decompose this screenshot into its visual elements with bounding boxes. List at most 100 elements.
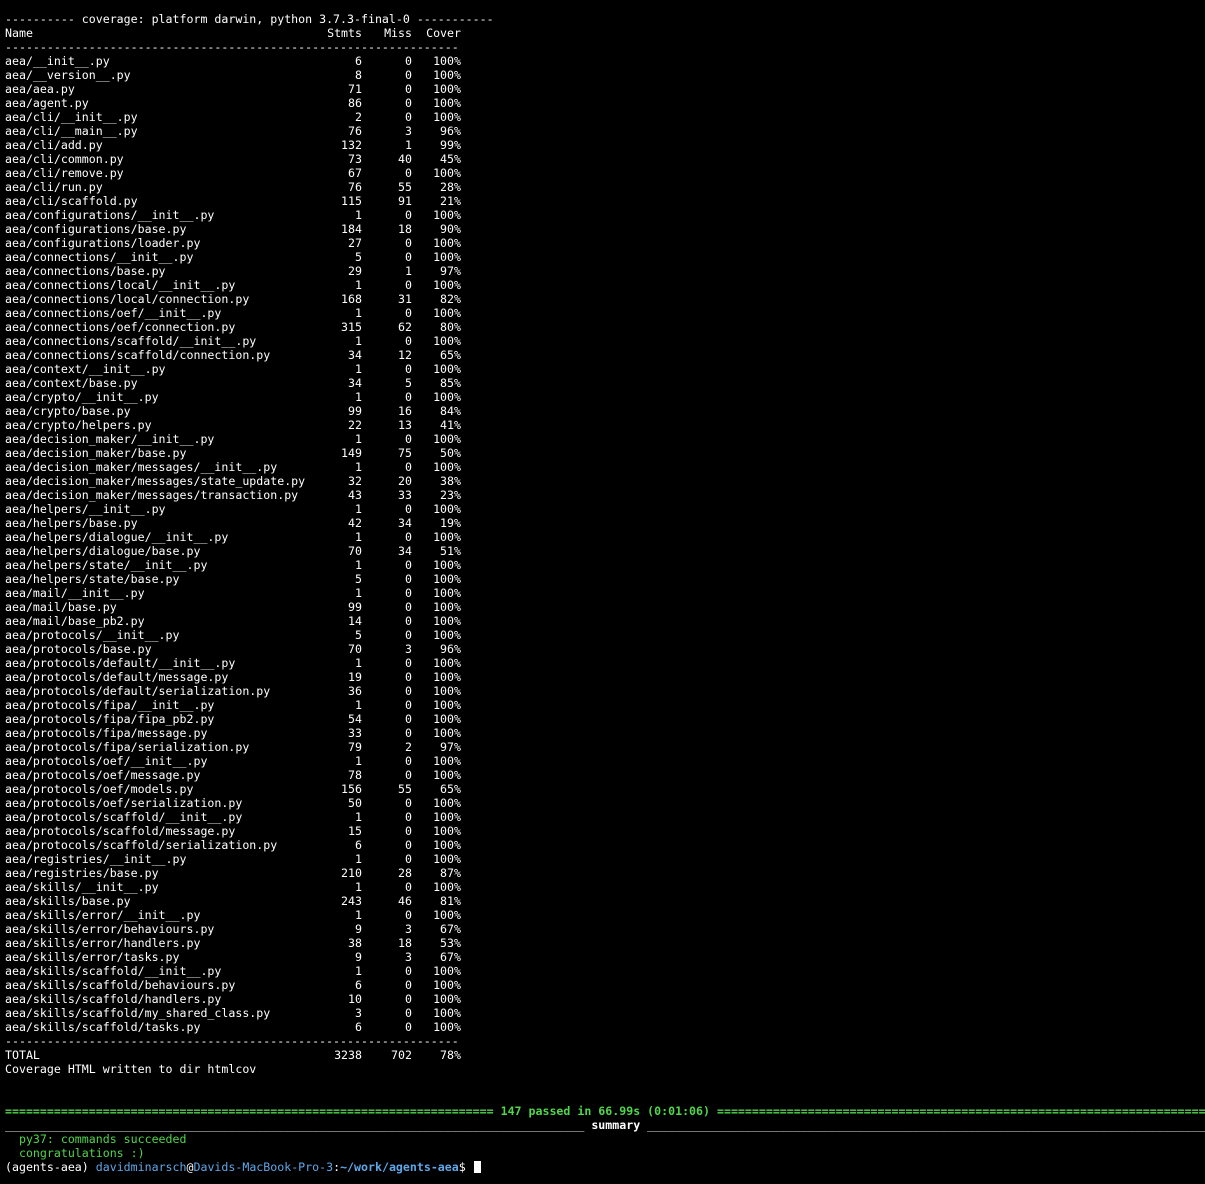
miss-value: 0 xyxy=(405,236,412,250)
table-row: aea/skills/error/behaviours.py 9 3 67% xyxy=(5,922,1205,936)
cover-value: 100% xyxy=(433,796,461,810)
table-row: aea/skills/scaffold/tasks.py 6 0 100% xyxy=(5,1020,1205,1034)
cover-value: 100% xyxy=(433,768,461,782)
shell-prompt[interactable]: (agents-aea) davidminarsch@Davids-MacBoo… xyxy=(5,1160,1205,1174)
miss-value: 0 xyxy=(405,586,412,600)
cover-value: 100% xyxy=(433,726,461,740)
cover-value: 100% xyxy=(433,656,461,670)
stmts-value: 43 xyxy=(348,488,362,502)
stmts-value: 1 xyxy=(355,432,362,446)
stmts-value: 71 xyxy=(348,82,362,96)
cover-value: 100% xyxy=(433,390,461,404)
miss-value: 0 xyxy=(405,712,412,726)
file-name: aea/helpers/state/base.py xyxy=(5,572,180,586)
file-name: aea/protocols/scaffold/__init__.py xyxy=(5,810,243,824)
miss-value: 0 xyxy=(405,600,412,614)
file-name: aea/helpers/dialogue/__init__.py xyxy=(5,530,229,544)
miss-value: 33 xyxy=(398,488,412,502)
column-name: Name xyxy=(5,26,33,40)
table-row: aea/decision_maker/base.py 149 75 50% xyxy=(5,446,1205,460)
table-row: aea/__init__.py 6 0 100% xyxy=(5,54,1205,68)
file-name: aea/decision_maker/__init__.py xyxy=(5,432,215,446)
stmts-value: 5 xyxy=(355,250,362,264)
miss-value: 0 xyxy=(405,838,412,852)
miss-value: 31 xyxy=(398,292,412,306)
table-row: aea/configurations/loader.py 27 0 100% xyxy=(5,236,1205,250)
file-name: aea/agent.py xyxy=(5,96,89,110)
cover-value: 90% xyxy=(440,222,461,236)
table-row: aea/helpers/base.py 42 34 19% xyxy=(5,516,1205,530)
prompt-symbol: $ xyxy=(458,1160,473,1174)
cover-value: 100% xyxy=(433,96,461,110)
cover-value: 100% xyxy=(433,572,461,586)
file-name: aea/connections/local/connection.py xyxy=(5,292,250,306)
miss-value: 0 xyxy=(405,852,412,866)
stmts-value: 9 xyxy=(355,922,362,936)
cover-value: 100% xyxy=(433,628,461,642)
miss-value: 75 xyxy=(398,446,412,460)
stmts-value: 32 xyxy=(348,474,362,488)
cover-value: 100% xyxy=(433,362,461,376)
stmts-value: 1 xyxy=(355,390,362,404)
cover-value: 100% xyxy=(433,992,461,1006)
file-name: aea/__init__.py xyxy=(5,54,110,68)
miss-value: 0 xyxy=(405,768,412,782)
cover-value: 100% xyxy=(433,978,461,992)
coverage-header: ---------- coverage: platform darwin, py… xyxy=(5,12,494,26)
file-name: aea/cli/remove.py xyxy=(5,166,124,180)
stmts-value: 1 xyxy=(355,964,362,978)
text-cursor[interactable] xyxy=(473,1161,481,1173)
summary-banner-left: ________________________________________… xyxy=(5,1118,585,1132)
table-row: aea/helpers/state/base.py 5 0 100% xyxy=(5,572,1205,586)
stmts-value: 33 xyxy=(348,726,362,740)
table-row: aea/cli/__main__.py 76 3 96% xyxy=(5,124,1205,138)
file-name: aea/decision_maker/messages/state_update… xyxy=(5,474,306,488)
table-row: aea/registries/base.py 210 28 87% xyxy=(5,866,1205,880)
stmts-value: 2 xyxy=(355,110,362,124)
miss-value: 40 xyxy=(398,152,412,166)
tox-congrats-line: congratulations :) xyxy=(5,1146,145,1160)
miss-value: 0 xyxy=(405,572,412,586)
table-row: aea/protocols/oef/models.py 156 55 65% xyxy=(5,782,1205,796)
table-row: aea/crypto/helpers.py 22 13 41% xyxy=(5,418,1205,432)
table-row: aea/helpers/state/__init__.py 1 0 100% xyxy=(5,558,1205,572)
stmts-value: 29 xyxy=(348,264,362,278)
cover-value: 87% xyxy=(440,866,461,880)
cover-value: 100% xyxy=(433,54,461,68)
stmts-value: 1 xyxy=(355,460,362,474)
miss-value: 1 xyxy=(405,264,412,278)
table-row: aea/skills/error/tasks.py 9 3 67% xyxy=(5,950,1205,964)
miss-value: 0 xyxy=(405,1020,412,1034)
miss-value: 0 xyxy=(405,96,412,110)
miss-value: 0 xyxy=(405,992,412,1006)
table-row: aea/configurations/__init__.py 1 0 100% xyxy=(5,208,1205,222)
cover-value: 100% xyxy=(433,1006,461,1020)
stmts-value: 10 xyxy=(348,992,362,1006)
file-name: aea/configurations/base.py xyxy=(5,222,187,236)
table-row: aea/connections/oef/__init__.py 1 0 100% xyxy=(5,306,1205,320)
miss-value: 0 xyxy=(405,306,412,320)
miss-value: 55 xyxy=(398,782,412,796)
file-name: aea/aea.py xyxy=(5,82,75,96)
table-row: aea/crypto/__init__.py 1 0 100% xyxy=(5,390,1205,404)
file-name: aea/helpers/dialogue/base.py xyxy=(5,544,201,558)
miss-value: 0 xyxy=(405,1006,412,1020)
cover-value: 100% xyxy=(433,208,461,222)
miss-value: 0 xyxy=(405,880,412,894)
cover-value: 51% xyxy=(440,544,461,558)
miss-value: 1 xyxy=(405,138,412,152)
coverage-table-body: aea/__init__.py 6 0 100% aea/__version__.py 8… xyxy=(5,54,1205,1034)
stmts-value: 243 xyxy=(341,894,362,908)
table-row: aea/connections/local/__init__.py 1 0 100% xyxy=(5,278,1205,292)
summary-banner-right: ________________________________________… xyxy=(647,1118,1205,1132)
file-name: aea/protocols/base.py xyxy=(5,642,152,656)
table-row: aea/protocols/fipa/fipa_pb2.py 54 0 100% xyxy=(5,712,1205,726)
cover-value: 99% xyxy=(440,138,461,152)
prompt-user: davidminarsch xyxy=(95,1160,187,1174)
table-row: aea/cli/__init__.py 2 0 100% xyxy=(5,110,1205,124)
cover-value: 100% xyxy=(433,698,461,712)
table-row: aea/helpers/__init__.py 1 0 100% xyxy=(5,502,1205,516)
cover-value: 41% xyxy=(440,418,461,432)
cover-value: 100% xyxy=(433,68,461,82)
miss-value: 0 xyxy=(405,334,412,348)
